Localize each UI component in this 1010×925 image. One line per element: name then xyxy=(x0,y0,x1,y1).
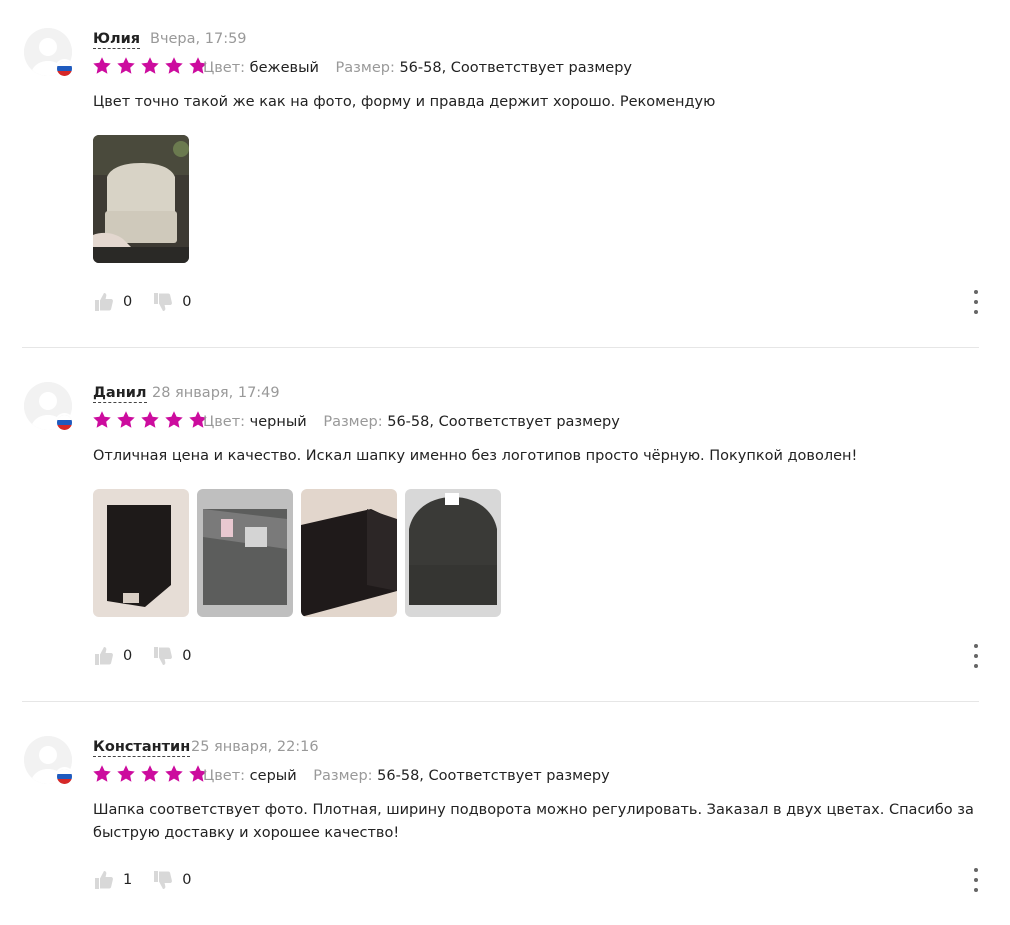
dislike-count: 0 xyxy=(182,648,192,664)
divider xyxy=(22,701,979,702)
review-photo[interactable] xyxy=(405,489,501,617)
review-text: Цвет точно такой же как на фото, форму и… xyxy=(93,94,716,110)
star-icon xyxy=(164,410,184,430)
star-icon xyxy=(140,56,160,76)
vote-bar: 1 0 xyxy=(93,868,211,892)
review-meta: Цвет: бежевый Размер: 56-58, Соответству… xyxy=(203,59,632,77)
size-label: Размер: xyxy=(335,60,395,76)
review-date: Вчера, 17:59 xyxy=(150,31,247,47)
like-count: 0 xyxy=(123,648,133,664)
review-photo[interactable] xyxy=(197,489,293,617)
dislike-button[interactable]: 0 xyxy=(152,645,191,667)
dislike-count: 0 xyxy=(182,872,192,888)
color-value: серый xyxy=(249,768,297,784)
star-icon xyxy=(116,56,136,76)
like-button[interactable]: 0 xyxy=(93,291,132,313)
review-date: 25 января, 22:16 xyxy=(191,739,319,755)
size-label: Размер: xyxy=(313,768,373,784)
russia-flag-icon xyxy=(55,59,74,78)
dislike-button[interactable]: 0 xyxy=(152,291,191,313)
color-value: бежевый xyxy=(249,60,319,76)
review-text: Отличная цена и качество. Искал шапку им… xyxy=(93,448,858,464)
reviewer-name[interactable]: Юлия xyxy=(93,30,141,49)
review-photo[interactable] xyxy=(301,489,397,617)
russia-flag-icon xyxy=(55,767,74,786)
color-label: Цвет: xyxy=(203,768,246,784)
review-photo[interactable] xyxy=(93,489,189,617)
size-label: Размер: xyxy=(323,414,383,430)
star-icon xyxy=(140,764,160,784)
thumbs-up-icon xyxy=(93,291,115,313)
review-meta: Цвет: серый Размер: 56-58, Соответствует… xyxy=(203,767,610,785)
color-label: Цвет: xyxy=(203,414,246,430)
color-value: черный xyxy=(249,414,307,430)
color-label: Цвет: xyxy=(203,60,246,76)
review-photos xyxy=(93,135,189,263)
thumbs-down-icon xyxy=(152,291,174,313)
divider xyxy=(22,347,979,348)
review-date: 28 января, 17:49 xyxy=(152,385,280,401)
rating-stars xyxy=(92,764,208,784)
thumbs-down-icon xyxy=(152,869,174,891)
size-value: 56-58, Соответствует размеру xyxy=(377,768,610,784)
star-icon xyxy=(116,410,136,430)
size-value: 56-58, Соответствует размеру xyxy=(387,414,620,430)
star-icon xyxy=(116,764,136,784)
review-photos xyxy=(93,489,501,617)
more-vertical-icon[interactable] xyxy=(968,644,984,668)
like-count: 1 xyxy=(123,872,133,888)
thumbs-up-icon xyxy=(93,869,115,891)
review-meta: Цвет: черный Размер: 56-58, Соответствуе… xyxy=(203,413,620,431)
dislike-count: 0 xyxy=(182,294,192,310)
review-text: Шапка соответствует фото. Плотная, ширин… xyxy=(93,802,974,841)
like-button[interactable]: 0 xyxy=(93,645,132,667)
rating-stars xyxy=(92,410,208,430)
reviewer-name[interactable]: Константин xyxy=(93,738,191,757)
more-vertical-icon[interactable] xyxy=(968,868,984,892)
star-icon xyxy=(92,410,112,430)
star-icon xyxy=(164,764,184,784)
like-button[interactable]: 1 xyxy=(93,869,132,891)
dislike-button[interactable]: 0 xyxy=(152,869,191,891)
star-icon xyxy=(92,56,112,76)
star-icon xyxy=(92,764,112,784)
vote-bar: 0 0 xyxy=(93,644,211,668)
reviewer-name[interactable]: Данил xyxy=(93,384,147,403)
thumbs-up-icon xyxy=(93,645,115,667)
review-photo[interactable] xyxy=(93,135,189,263)
vote-bar: 0 0 xyxy=(93,290,211,314)
thumbs-down-icon xyxy=(152,645,174,667)
like-count: 0 xyxy=(123,294,133,310)
rating-stars xyxy=(92,56,208,76)
star-icon xyxy=(164,56,184,76)
more-vertical-icon[interactable] xyxy=(968,290,984,314)
russia-flag-icon xyxy=(55,413,74,432)
size-value: 56-58, Соответствует размеру xyxy=(399,60,632,76)
star-icon xyxy=(140,410,160,430)
